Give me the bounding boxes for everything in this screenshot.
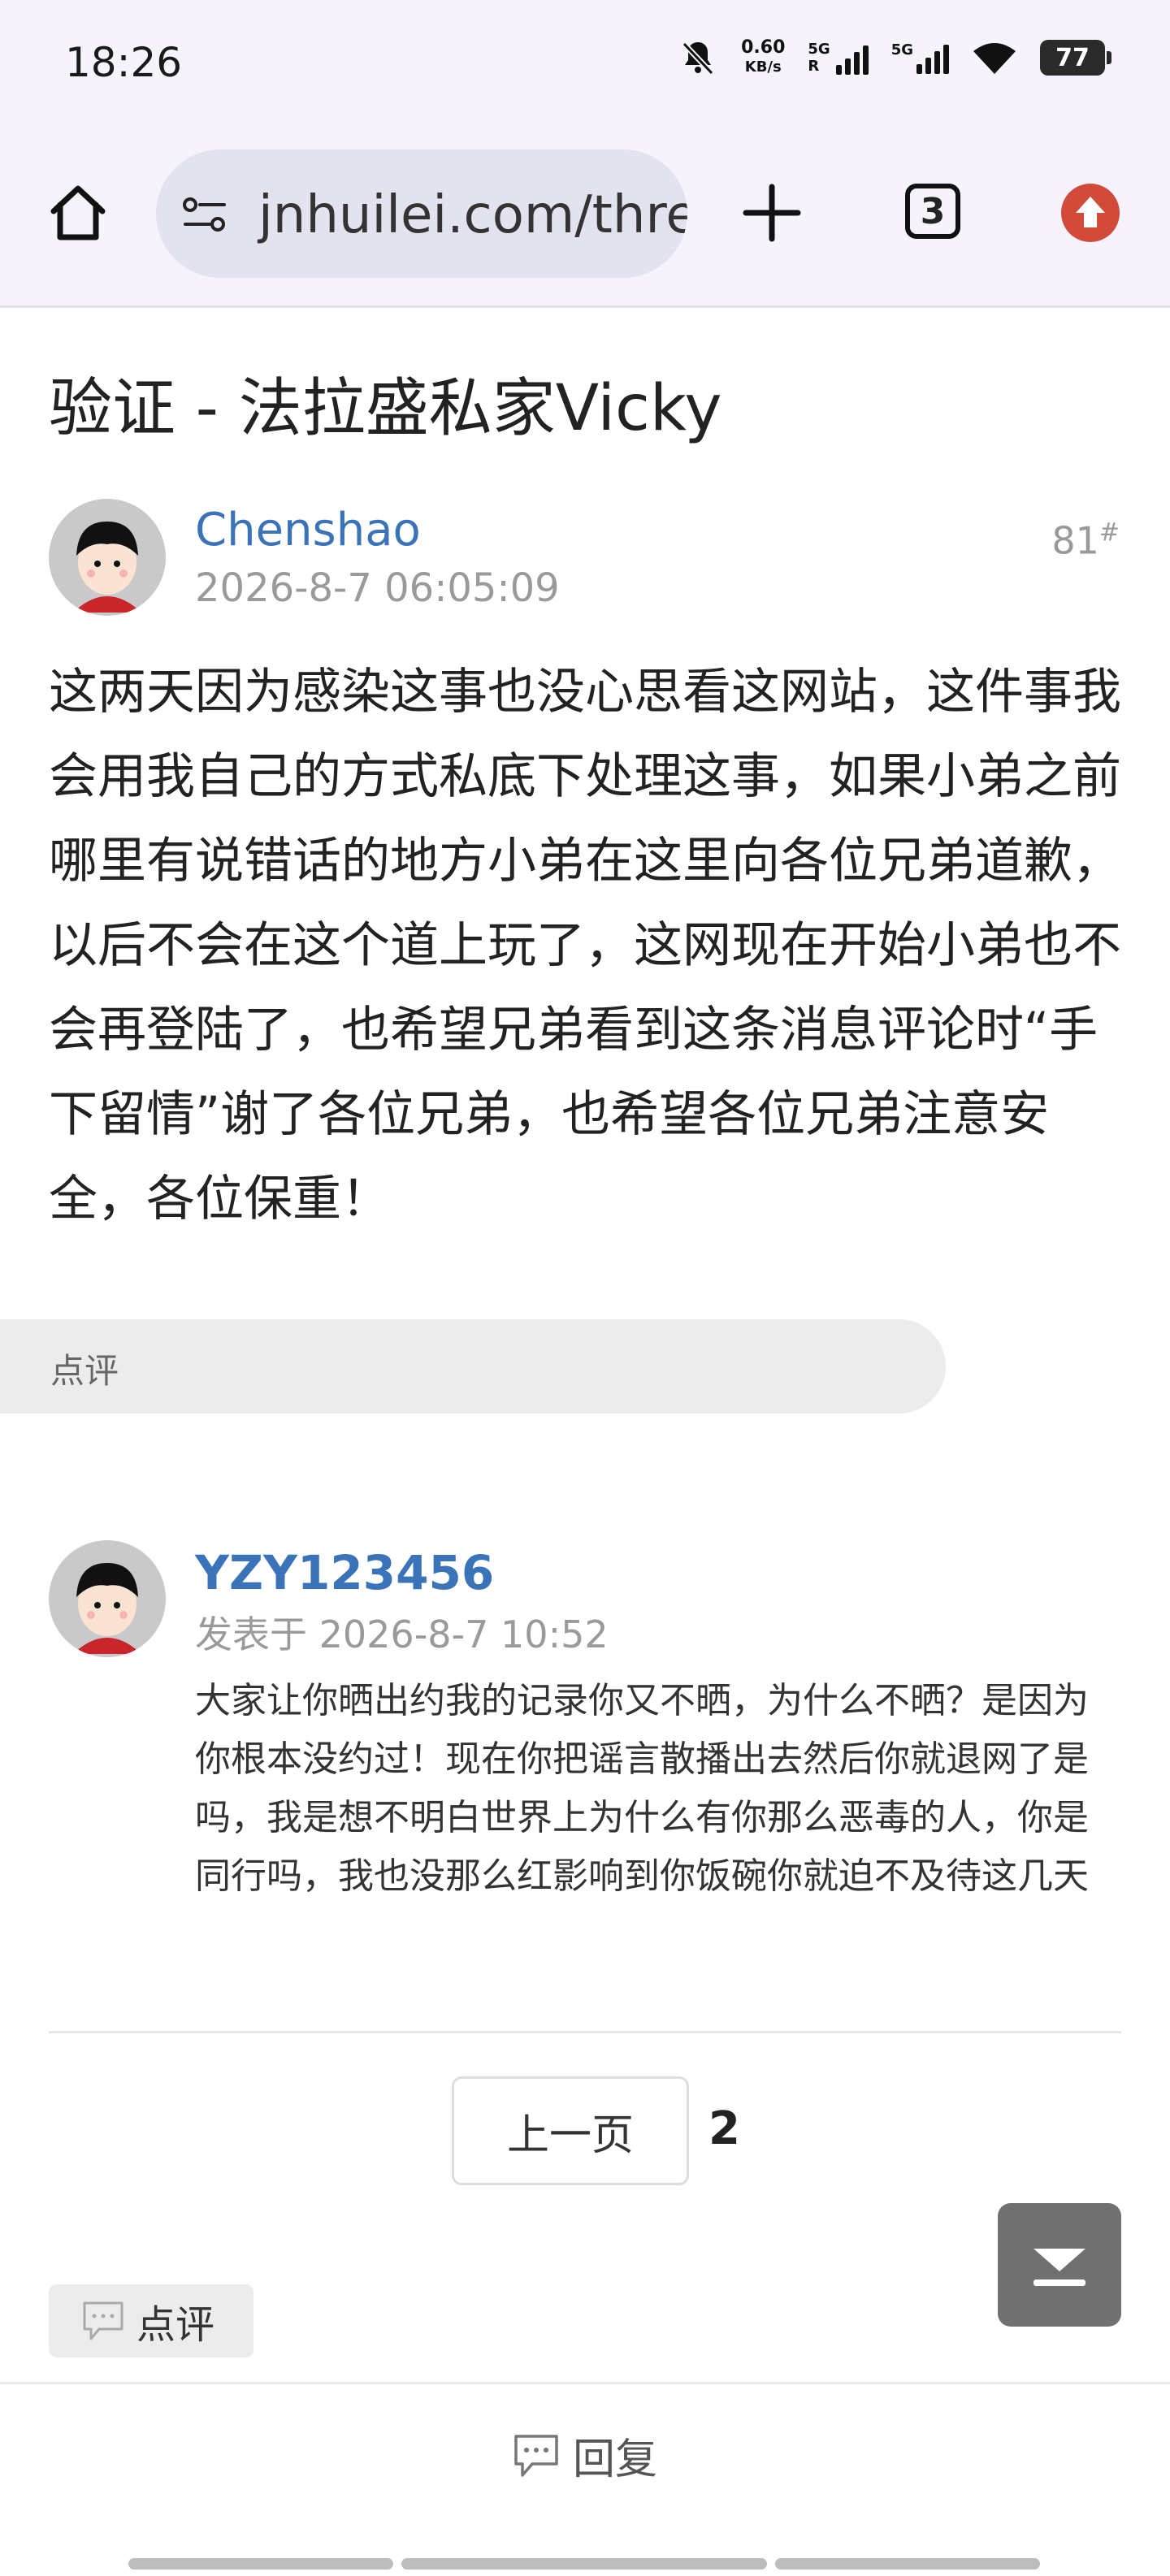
floor-mark: # [1098,518,1120,547]
net-speed: 0.60 KB/s [741,38,785,77]
status-icons: 0.60 KB/s 5G R 5G 77 [678,37,1112,78]
upload-icon[interactable] [1061,184,1120,242]
review-section-label: 点评 [50,1351,119,1391]
reply-button[interactable]: 回复 [0,2425,1170,2486]
tab-switcher-button[interactable]: 3 [905,184,960,239]
address-bar[interactable]: jnhuilei.com/thread [156,149,687,278]
review-button-label: 点评 [136,2302,215,2348]
arrow-up-icon [1076,197,1105,227]
comment-body: 大家让你晒出约我的记录你又不晒，为什么不晒？是因为你根本没约过！现在你把谣言散播… [195,1680,1089,1897]
divider [49,2031,1121,2033]
site-settings-icon[interactable] [180,190,229,239]
status-bar: 18:26 0.60 KB/s 5G R 5G 77 [0,0,1170,130]
signal-bars-icon [835,42,869,75]
post-author-link[interactable]: Chenshao [195,504,421,556]
sim1-roaming: R [808,58,820,75]
review-button[interactable]: 点评 [49,2284,254,2357]
sim1-label: 5G [808,41,830,58]
comment-author-link[interactable]: YZY123456 [195,1545,494,1600]
current-page-number: 2 [708,2102,740,2155]
sim1-signal: 5G R [808,41,869,75]
review-section-header: 点评 [0,1319,946,1414]
status-time: 18:26 [65,39,183,86]
tab-count: 3 [920,190,946,232]
post-body: 这两天因为感染这事也没心思看这网站，这件事我会用我自己的方式私底下处理这事，如果… [49,664,1121,1227]
browser-toolbar: 18:26 0.60 KB/s 5G R 5G 77 jnhuilei.com/… [0,0,1170,308]
prev-page-button[interactable]: 上一页 [452,2076,689,2185]
new-tab-icon[interactable] [739,180,804,245]
page-title: 验证 - 法拉盛私家Vicky [49,372,722,445]
scroll-to-bottom-button[interactable] [998,2203,1121,2327]
avatar[interactable] [49,499,166,616]
net-speed-value: 0.60 [741,37,786,58]
post-floor-number[interactable]: 81# [1051,518,1120,562]
avatar[interactable] [49,1540,166,1657]
bell-muted-icon [682,41,714,76]
gesture-bar [775,2558,1040,2570]
wifi-icon [973,43,1016,74]
signal-bars-icon [916,41,949,74]
gesture-bar [401,2558,767,2570]
post-date: 2026-8-7 06:05:09 [195,565,560,611]
battery-level: 77 [1055,43,1090,72]
sim2-signal: 5G [891,41,949,74]
comment-bubble-icon [514,2434,558,2477]
gesture-bar [128,2558,393,2570]
sim2-label: 5G [890,41,913,58]
comment-bubble-icon [83,2301,124,2340]
net-speed-unit: KB/s [744,58,782,76]
arrow-down-to-line-icon [1034,2249,1086,2286]
bottom-action-bar: 回复 [0,2382,1170,2576]
home-icon[interactable] [46,180,110,245]
user-avatar-icon [49,499,166,616]
floor-value: 81 [1051,518,1099,563]
battery-icon: 77 [1040,40,1112,76]
url-text[interactable]: jnhuilei.com/thread [258,185,687,245]
comment-date: 发表于 2026-8-7 10:52 [195,1613,609,1656]
user-avatar-icon [49,1540,166,1657]
reply-label: 回复 [572,2435,657,2484]
